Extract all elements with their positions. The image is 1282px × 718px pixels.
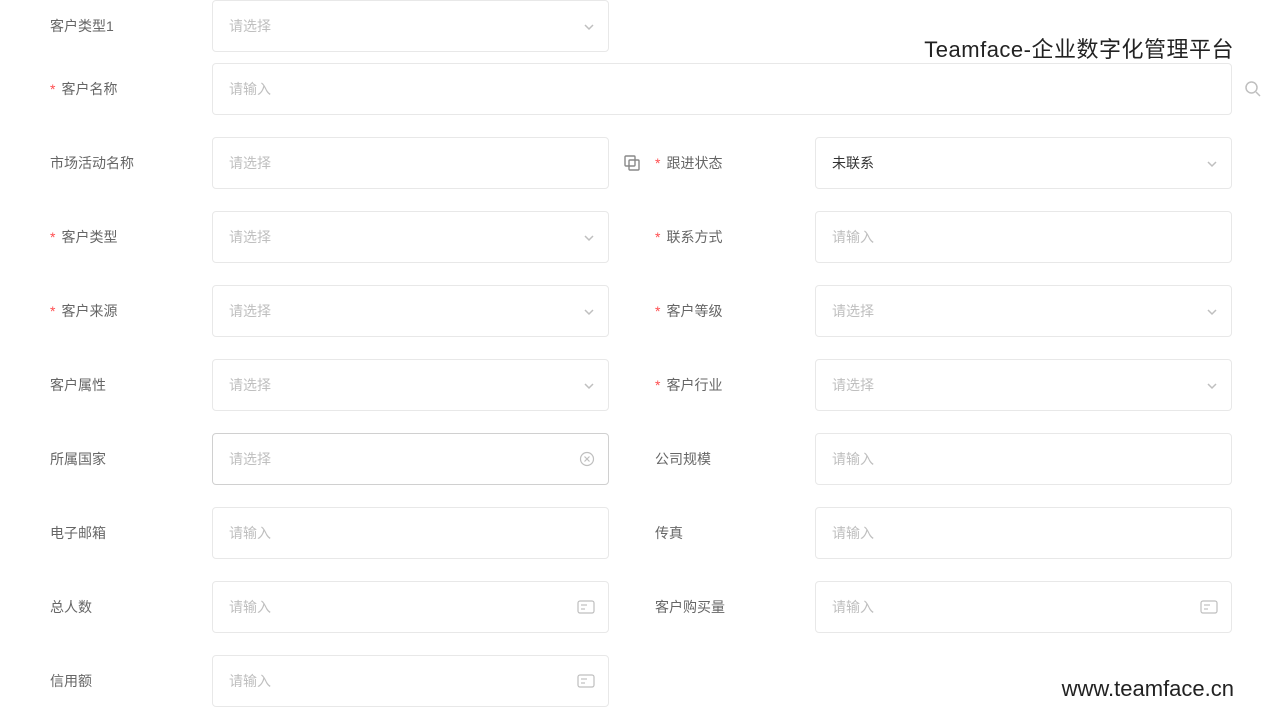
link-icon[interactable] [623,154,641,172]
input-customer-name[interactable] [212,63,1232,115]
label-country: 所属国家 [50,449,212,469]
input-email[interactable] [212,507,609,559]
label-customer-attribute: 客户属性 [50,375,212,395]
input-fax[interactable] [815,507,1232,559]
search-icon[interactable] [1244,80,1262,98]
label-email: 电子邮箱 [50,523,212,543]
input-purchase-amount[interactable] [815,581,1232,633]
select-customer-industry[interactable]: 请选择 [815,359,1232,411]
label-customer-level: * 客户等级 [655,301,815,321]
form-container: 客户类型1 请选择 * 客户名称 [0,0,1282,718]
label-purchase-amount: 客户购买量 [655,597,815,617]
required-mark: * [655,155,660,171]
required-mark: * [655,229,660,245]
label-customer-type: * 客户类型 [50,227,212,247]
input-credit-limit[interactable] [212,655,609,707]
required-mark: * [50,303,55,319]
input-total-people[interactable] [212,581,609,633]
select-campaign-name[interactable]: 请选择 [212,137,609,189]
required-mark: * [655,303,660,319]
label-customer-industry: * 客户行业 [655,375,815,395]
label-customer-name: * 客户名称 [50,79,212,99]
label-customer-source: * 客户来源 [50,301,212,321]
select-country[interactable]: 请选择 [212,433,609,485]
label-credit-limit: 信用额 [50,671,212,691]
input-contact-method[interactable] [815,211,1232,263]
label-campaign-name: 市场活动名称 [50,153,212,173]
label-fax: 传真 [655,523,815,543]
select-customer-type-1[interactable]: 请选择 [212,0,609,52]
select-customer-attribute[interactable]: 请选择 [212,359,609,411]
select-follow-status[interactable]: 未联系 [815,137,1232,189]
brand-title: Teamface-企业数字化管理平台 [924,32,1234,64]
required-mark: * [655,377,660,393]
required-mark: * [50,229,55,245]
required-mark: * [50,81,55,97]
select-customer-source[interactable]: 请选择 [212,285,609,337]
close-circle-icon[interactable] [579,451,595,467]
select-customer-type[interactable]: 请选择 [212,211,609,263]
input-company-size[interactable] [815,433,1232,485]
label-total-people: 总人数 [50,597,212,617]
select-customer-level[interactable]: 请选择 [815,285,1232,337]
label-company-size: 公司规模 [655,449,815,469]
label-contact-method: * 联系方式 [655,227,815,247]
label-follow-status: * 跟进状态 [655,153,815,173]
label-customer-type-1: 客户类型1 [50,16,212,36]
brand-url: www.teamface.cn [1062,676,1234,702]
